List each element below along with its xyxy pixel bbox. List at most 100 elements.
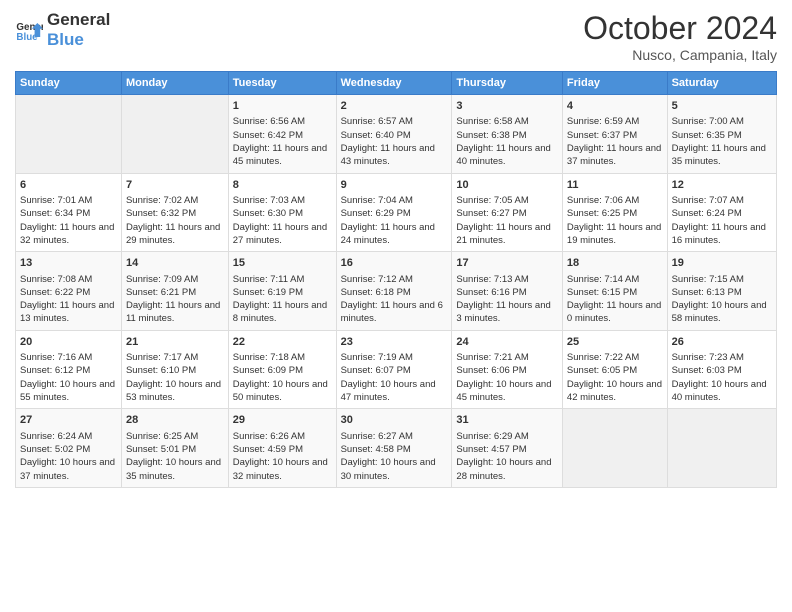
calendar-cell: 28 Sunrise: 6:25 AM Sunset: 5:01 PM Dayligh… xyxy=(121,409,228,488)
day-number: 10 xyxy=(456,178,558,193)
day-number: 1 xyxy=(233,99,332,114)
weekday-header-friday: Friday xyxy=(562,72,667,95)
calendar-cell: 14Sunrise: 7:09 AMSunset: 6:21 PMDayligh… xyxy=(121,252,228,331)
sunrise: Sunrise: 7:01 AM xyxy=(20,195,92,206)
weekday-header-row: SundayMondayTuesdayWednesdayThursdayFrid… xyxy=(16,72,777,95)
daylight: Daylight: 10 hours and 30 minutes. xyxy=(341,457,436,481)
day-number: 17 xyxy=(456,256,558,271)
sunrise: Sunrise: 7:09 AM xyxy=(126,274,198,285)
weekday-header-monday: Monday xyxy=(121,72,228,95)
sunset: Sunset: 5:01 PM xyxy=(126,444,196,455)
sunrise: Sunrise: 6:57 AM xyxy=(341,116,413,127)
calendar-table: SundayMondayTuesdayWednesdayThursdayFrid… xyxy=(15,71,777,488)
day-number: 2 xyxy=(341,99,448,114)
calendar-cell: 18Sunrise: 7:14 AMSunset: 6:15 PMDayligh… xyxy=(562,252,667,331)
daylight: Daylight: 10 hours and 42 minutes. xyxy=(567,379,662,403)
day-number: 12 xyxy=(672,178,772,193)
daylight: Daylight: 11 hours and 40 minutes. xyxy=(456,143,550,167)
calendar-cell: 5 Sunrise: 7:00 AM Sunset: 6:35 PM Daylight… xyxy=(667,95,776,174)
sunset: Sunset: 6:35 PM xyxy=(672,130,742,141)
header: General Blue General Blue October 2024 N… xyxy=(15,10,777,63)
sunset: Sunset: 6:22 PM xyxy=(20,287,90,298)
day-number: 28 xyxy=(126,413,224,428)
daylight: Daylight: 11 hours and 6 minutes. xyxy=(341,300,443,324)
sunrise: Sunrise: 7:16 AM xyxy=(20,352,92,363)
daylight: Daylight: 11 hours and 8 minutes. xyxy=(233,300,327,324)
sunrise: Sunrise: 7:00 AM xyxy=(672,116,744,127)
day-number: 18 xyxy=(567,256,663,271)
logo-icon: General Blue xyxy=(15,16,43,44)
calendar-cell: 11Sunrise: 7:06 AMSunset: 6:25 PMDayligh… xyxy=(562,173,667,252)
calendar-cell: 13 Sunrise: 7:08 AM Sunset: 6:22 PM Dayligh… xyxy=(16,252,122,331)
daylight: Daylight: 11 hours and 35 minutes. xyxy=(672,143,766,167)
sunrise: Sunrise: 7:07 AM xyxy=(672,195,744,206)
daylight: Daylight: 10 hours and 35 minutes. xyxy=(126,457,221,481)
logo-text-blue: Blue xyxy=(47,30,110,50)
sunset: Sunset: 6:32 PM xyxy=(126,208,196,219)
calendar-cell: 1Sunrise: 6:56 AMSunset: 6:42 PMDaylight… xyxy=(228,95,336,174)
sunrise: Sunrise: 6:58 AM xyxy=(456,116,528,127)
calendar-cell: 17Sunrise: 7:13 AMSunset: 6:16 PMDayligh… xyxy=(452,252,563,331)
sunset: Sunset: 6:37 PM xyxy=(567,130,637,141)
day-number: 11 xyxy=(567,178,663,193)
month-title: October 2024 xyxy=(583,10,777,47)
day-number: 30 xyxy=(341,413,448,428)
sunset: Sunset: 4:58 PM xyxy=(341,444,411,455)
daylight: Daylight: 10 hours and 45 minutes. xyxy=(456,379,551,403)
day-number: 15 xyxy=(233,256,332,271)
daylight: Daylight: 10 hours and 50 minutes. xyxy=(233,379,328,403)
location: Nusco, Campania, Italy xyxy=(583,47,777,63)
sunrise: Sunrise: 6:29 AM xyxy=(456,431,528,442)
daylight: Daylight: 11 hours and 45 minutes. xyxy=(233,143,327,167)
week-row-0: 1Sunrise: 6:56 AMSunset: 6:42 PMDaylight… xyxy=(16,95,777,174)
day-number: 19 xyxy=(672,256,772,271)
day-number: 26 xyxy=(672,335,772,350)
calendar-cell: 22Sunrise: 7:18 AMSunset: 6:09 PMDayligh… xyxy=(228,330,336,409)
daylight: Daylight: 10 hours and 32 minutes. xyxy=(233,457,328,481)
week-row-3: 20Sunrise: 7:16 AMSunset: 6:12 PMDayligh… xyxy=(16,330,777,409)
calendar-cell: 15Sunrise: 7:11 AMSunset: 6:19 PMDayligh… xyxy=(228,252,336,331)
daylight: Daylight: 11 hours and 0 minutes. xyxy=(567,300,661,324)
calendar-cell xyxy=(667,409,776,488)
sunrise: Sunrise: 7:19 AM xyxy=(341,352,413,363)
sunset: Sunset: 6:06 PM xyxy=(456,365,526,376)
sunset: Sunset: 6:07 PM xyxy=(341,365,411,376)
day-number: 31 xyxy=(456,413,558,428)
sunrise: Sunrise: 7:02 AM xyxy=(126,195,198,206)
sunrise: Sunrise: 7:22 AM xyxy=(567,352,639,363)
daylight: Daylight: 10 hours and 37 minutes. xyxy=(20,457,115,481)
day-number: 5 xyxy=(672,99,772,114)
daylight: Daylight: 11 hours and 29 minutes. xyxy=(126,222,220,246)
calendar-cell xyxy=(121,95,228,174)
sunrise: Sunrise: 7:17 AM xyxy=(126,352,198,363)
day-number: 3 xyxy=(456,99,558,114)
weekday-header-thursday: Thursday xyxy=(452,72,563,95)
calendar-cell: 21Sunrise: 7:17 AMSunset: 6:10 PMDayligh… xyxy=(121,330,228,409)
weekday-header-sunday: Sunday xyxy=(16,72,122,95)
sunset: Sunset: 6:03 PM xyxy=(672,365,742,376)
day-number: 21 xyxy=(126,335,224,350)
calendar-cell xyxy=(562,409,667,488)
sunrise: Sunrise: 7:05 AM xyxy=(456,195,528,206)
week-row-1: 6Sunrise: 7:01 AMSunset: 6:34 PMDaylight… xyxy=(16,173,777,252)
calendar-cell: 10Sunrise: 7:05 AMSunset: 6:27 PMDayligh… xyxy=(452,173,563,252)
sunset: Sunset: 5:02 PM xyxy=(20,444,90,455)
sunrise: Sunrise: 6:25 AM xyxy=(126,431,198,442)
day-number: 13 xyxy=(20,256,117,271)
daylight: Daylight: 10 hours and 55 minutes. xyxy=(20,379,115,403)
sunrise: Sunrise: 7:11 AM xyxy=(233,274,305,285)
sunrise: Sunrise: 7:08 AM xyxy=(20,274,92,285)
daylight: Daylight: 11 hours and 37 minutes. xyxy=(567,143,661,167)
sunset: Sunset: 6:38 PM xyxy=(456,130,526,141)
calendar-cell: 6Sunrise: 7:01 AMSunset: 6:34 PMDaylight… xyxy=(16,173,122,252)
daylight: Daylight: 10 hours and 40 minutes. xyxy=(672,379,767,403)
daylight: Daylight: 11 hours and 24 minutes. xyxy=(341,222,435,246)
day-number: 9 xyxy=(341,178,448,193)
sunrise: Sunrise: 7:03 AM xyxy=(233,195,305,206)
sunrise: Sunrise: 7:06 AM xyxy=(567,195,639,206)
daylight: Daylight: 11 hours and 13 minutes. xyxy=(20,300,114,324)
weekday-header-saturday: Saturday xyxy=(667,72,776,95)
week-row-2: 13 Sunrise: 7:08 AM Sunset: 6:22 PM Dayligh… xyxy=(16,252,777,331)
sunrise: Sunrise: 6:26 AM xyxy=(233,431,305,442)
calendar-cell: 20Sunrise: 7:16 AMSunset: 6:12 PMDayligh… xyxy=(16,330,122,409)
